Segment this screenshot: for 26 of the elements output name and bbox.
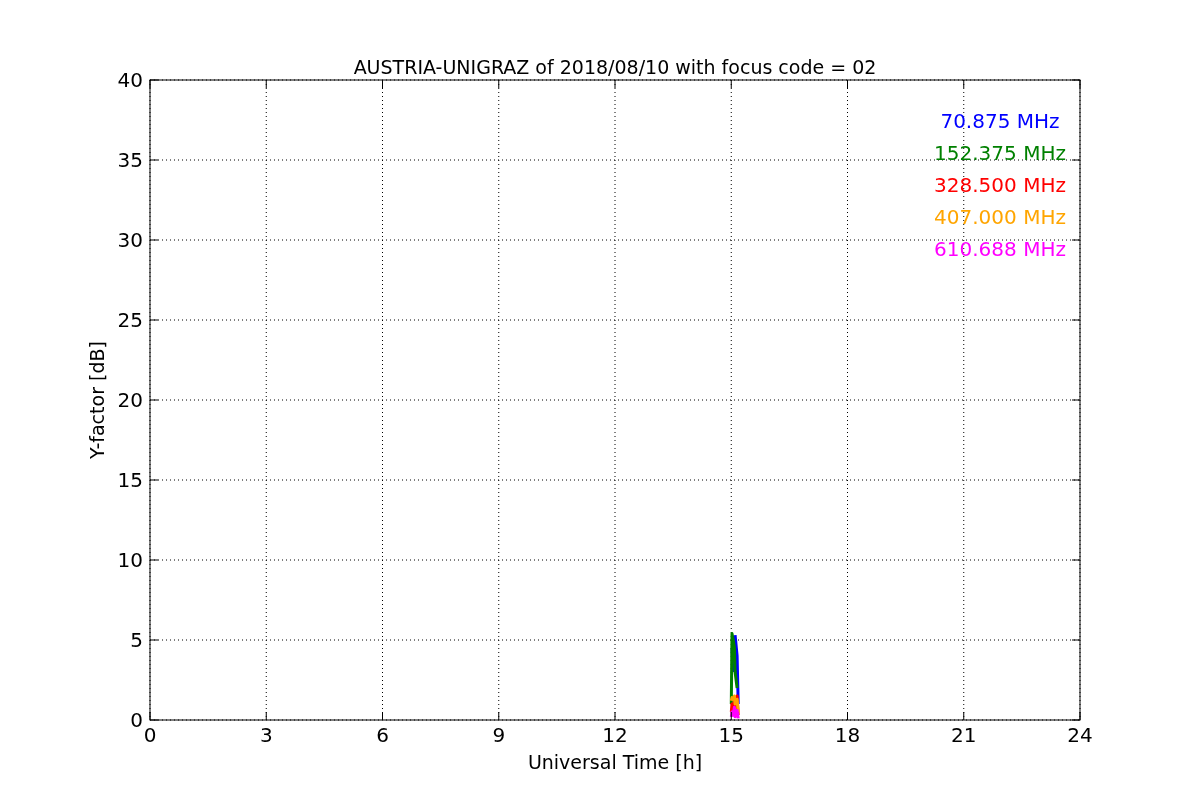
- legend-label: 407.000 MHz: [934, 205, 1066, 229]
- y-tick-label: 20: [117, 388, 143, 412]
- y-axis-label: Y-factor [dB]: [86, 341, 108, 459]
- x-axis-label: Universal Time [h]: [527, 751, 703, 773]
- x-tick-label: 0: [143, 723, 157, 747]
- legend-label: 70.875 MHz: [940, 109, 1060, 133]
- y-tick-label: 35: [117, 148, 143, 172]
- y-tick-label: 5: [130, 628, 143, 652]
- x-tick-label: 21: [951, 723, 977, 747]
- y-tick-label: 15: [117, 468, 143, 492]
- y-tick-label: 10: [117, 548, 143, 572]
- chart-title: AUSTRIA-UNIGRAZ of 2018/08/10 with focus code = 02: [353, 56, 877, 78]
- y-tick-label: 40: [117, 68, 143, 92]
- legend-label: 152.375 MHz: [934, 141, 1066, 165]
- y-tick-label: 0: [130, 708, 143, 732]
- y-tick-label: 30: [117, 228, 143, 252]
- x-tick-label: 15: [718, 723, 744, 747]
- x-tick-label: 12: [602, 723, 628, 747]
- x-tick-label: 24: [1067, 723, 1093, 747]
- legend-label: 328.500 MHz: [934, 173, 1066, 197]
- x-tick-label: 6: [376, 723, 389, 747]
- legend-label: 610.688 MHz: [934, 237, 1066, 261]
- y-tick-label: 25: [117, 308, 143, 332]
- x-tick-label: 9: [492, 723, 506, 747]
- x-tick-label: 3: [259, 723, 273, 747]
- x-tick-label: 18: [834, 723, 861, 747]
